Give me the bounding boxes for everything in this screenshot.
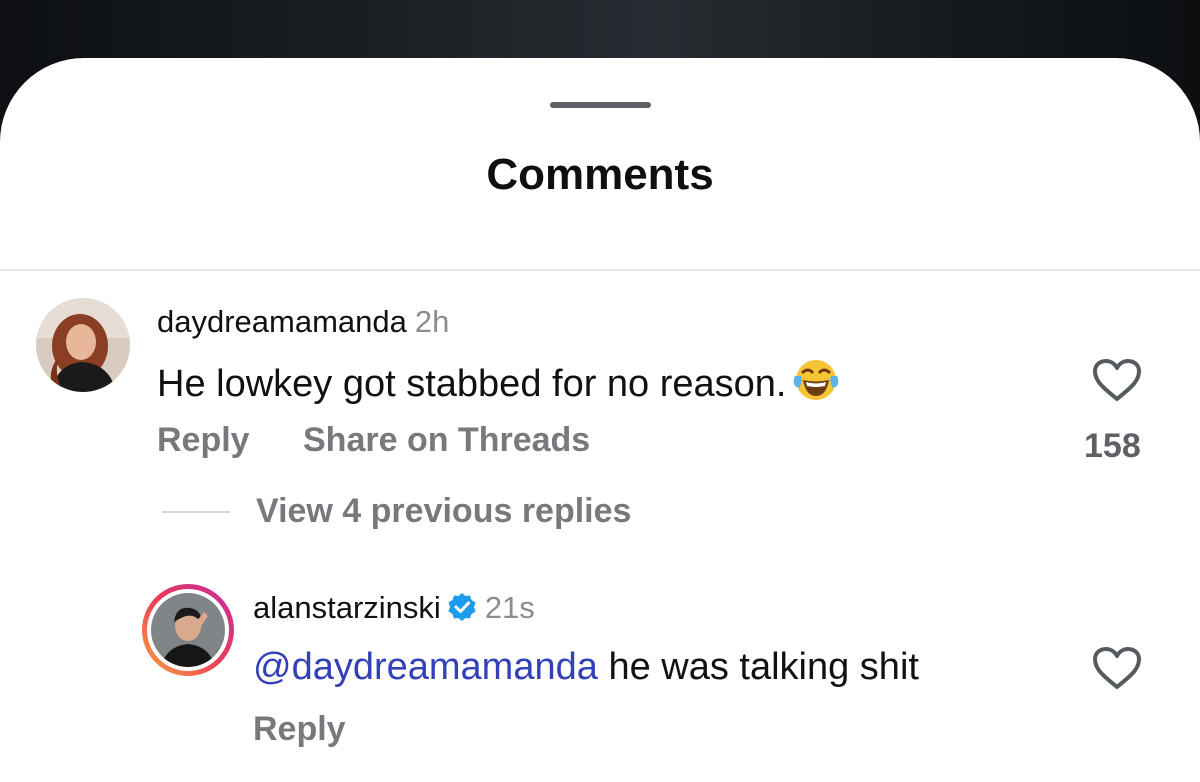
reply-timestamp: 21s [484, 590, 535, 625]
heart-outline-icon[interactable] [1092, 646, 1142, 695]
reply-button[interactable]: Reply [253, 710, 346, 749]
header-divider [0, 269, 1200, 271]
like-count[interactable]: 158 [1084, 427, 1141, 466]
reply-body: he was talking shit [597, 646, 919, 688]
mention-link[interactable]: @daydreamamanda [253, 646, 598, 688]
comments-sheet: Comments daydreamamanda 2h He lowkey got … [0, 58, 1200, 782]
verified-badge-icon [447, 592, 477, 630]
comment-header: daydreamamanda 2h [157, 304, 449, 340]
share-on-threads-button[interactable]: Share on Threads [303, 421, 590, 460]
thread-connector-line [162, 511, 230, 513]
sheet-title: Comments [486, 150, 714, 199]
avatar[interactable] [36, 298, 130, 392]
reply-username[interactable]: alanstarzinski [253, 590, 441, 625]
sheet-drag-handle[interactable] [550, 102, 651, 108]
comment-body: He lowkey got stabbed for no reason. [157, 363, 787, 405]
reply-text: @daydreamamanda he was talking shit [253, 646, 919, 689]
comment-username[interactable]: daydreamamanda [157, 304, 407, 339]
view-previous-replies-button[interactable]: View 4 previous replies [256, 492, 631, 531]
heart-outline-icon[interactable] [1092, 358, 1142, 407]
reply-button[interactable]: Reply [157, 421, 250, 460]
face-with-tears-of-joy-emoji-icon [793, 356, 839, 412]
reply-header: alanstarzinski 21s [253, 590, 535, 630]
comment-timestamp: 2h [414, 304, 450, 339]
avatar-with-story-ring[interactable] [140, 582, 236, 678]
comment-text: He lowkey got stabbed for no reason. [157, 356, 839, 412]
